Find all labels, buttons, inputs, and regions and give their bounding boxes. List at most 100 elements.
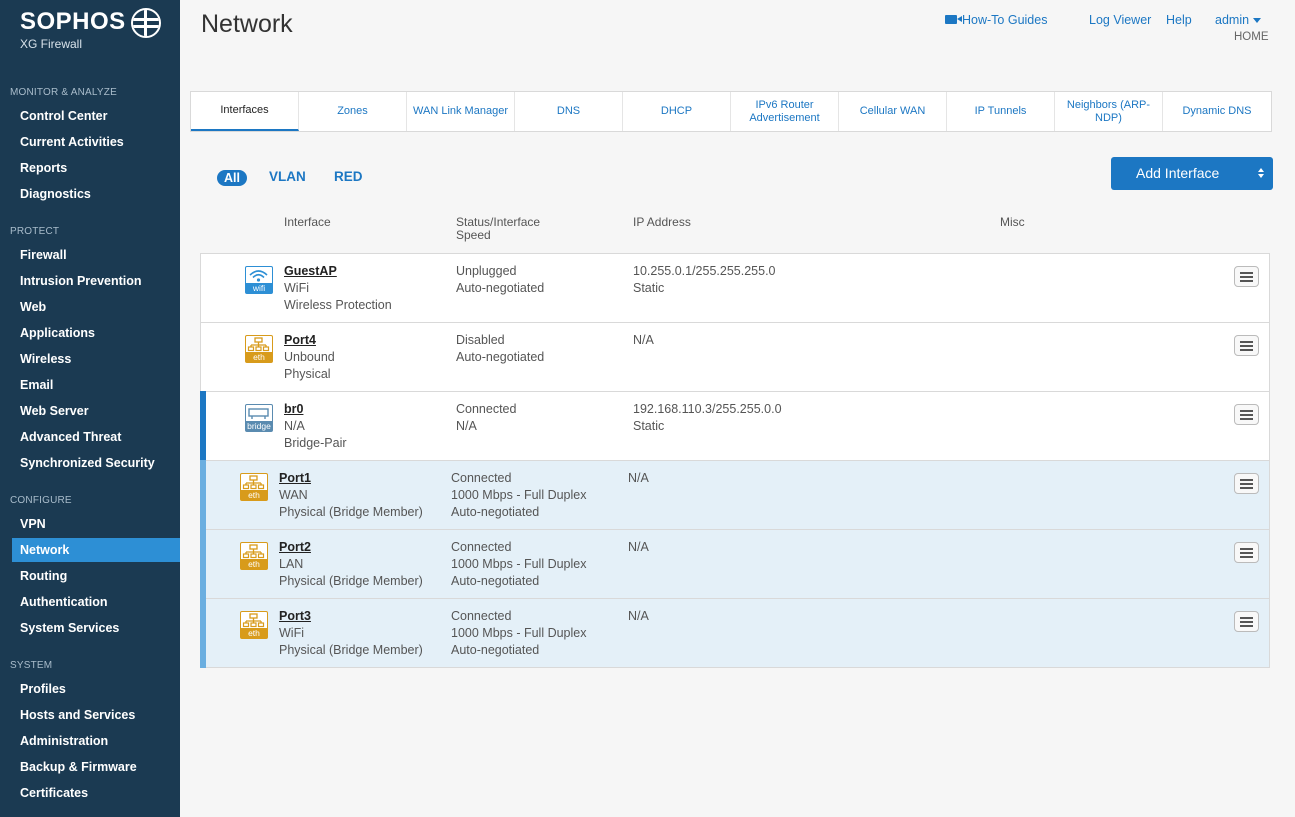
sidebar-item-authentication[interactable]: Authentication <box>12 590 180 614</box>
interface-speed: Auto-negotiated <box>456 281 545 295</box>
interface-name-link[interactable]: Port2 <box>279 539 423 556</box>
filter-all[interactable]: All <box>217 170 247 186</box>
sidebar-item-wireless[interactable]: Wireless <box>12 347 180 371</box>
help-link[interactable]: Help <box>1166 13 1192 27</box>
sophos-logo-icon <box>131 8 161 38</box>
sidebar-item-web-server[interactable]: Web Server <box>12 399 180 423</box>
interface-ip: N/A <box>628 609 649 623</box>
interface-zone: LAN <box>279 557 304 571</box>
row-menu-button[interactable] <box>1234 473 1259 494</box>
filter-vlan[interactable]: VLAN <box>269 169 306 184</box>
sidebar-item-certificates[interactable]: Certificates <box>12 781 180 805</box>
interface-ip: N/A <box>628 471 649 485</box>
header-status: Status/Interface Speed <box>456 215 541 242</box>
page-title: Network <box>201 10 293 38</box>
sidebar-item-network[interactable]: Network <box>12 538 180 562</box>
sidebar-item-hosts-and-services[interactable]: Hosts and Services <box>12 703 180 727</box>
sidebar-item-email[interactable]: Email <box>12 373 180 397</box>
sidebar-item-advanced-threat[interactable]: Advanced Threat <box>12 425 180 449</box>
tab-zones[interactable]: Zones <box>299 92 407 131</box>
admin-menu[interactable]: admin <box>1215 13 1262 27</box>
interface-zone: N/A <box>284 419 305 433</box>
tab-neighbors[interactable]: Neighbors (ARP-NDP) <box>1055 92 1163 131</box>
sidebar-item-backup-firmware[interactable]: Backup & Firmware <box>12 755 180 779</box>
bridge-icon: bridge <box>245 404 273 432</box>
row-menu-button[interactable] <box>1234 404 1259 425</box>
icon-label: bridge <box>246 421 272 431</box>
interface-ip-mode: Static <box>633 281 665 295</box>
interface-status: Connected <box>451 540 512 554</box>
interface-speed: N/A <box>456 419 477 433</box>
row-menu-button[interactable] <box>1234 542 1259 563</box>
interface-speed: 1000 Mbps - Full Duplex <box>451 626 587 640</box>
interface-status: Connected <box>456 402 517 416</box>
brand: SOPHOS XG Firewall <box>20 8 126 51</box>
sidebar-item-applications[interactable]: Applications <box>12 321 180 345</box>
interface-name-link[interactable]: GuestAP <box>284 263 392 280</box>
tab-wan-link-manager[interactable]: WAN Link Manager <box>407 92 515 131</box>
icon-label: eth <box>241 559 267 569</box>
filter-red[interactable]: RED <box>334 169 363 184</box>
interface-name-link[interactable]: Port3 <box>279 608 423 625</box>
interface-status: Connected <box>451 609 512 623</box>
sidebar-item-administration[interactable]: Administration <box>12 729 180 753</box>
interface-negotiation: Auto-negotiated <box>451 505 540 519</box>
tab-cellular-wan[interactable]: Cellular WAN <box>839 92 947 131</box>
sidebar-item-vpn[interactable]: VPN <box>12 512 180 536</box>
table-row: eth Port4 Unbound Physical Disabled Auto… <box>201 323 1269 392</box>
sidebar-item-routing[interactable]: Routing <box>12 564 180 588</box>
nav-section-configure: CONFIGURE <box>10 495 72 506</box>
sidebar-item-web[interactable]: Web <box>12 295 180 319</box>
interface-speed: 1000 Mbps - Full Duplex <box>451 488 587 502</box>
interface-type: Wireless Protection <box>284 298 392 312</box>
icon-label: eth <box>246 352 272 362</box>
sidebar-item-intrusion-prevention[interactable]: Intrusion Prevention <box>12 269 180 293</box>
sidebar-item-reports[interactable]: Reports <box>12 156 180 180</box>
nav-section-system: SYSTEM <box>10 660 53 671</box>
table-row: eth Port2 LAN Physical (Bridge Member) C… <box>200 529 1269 599</box>
interface-speed: 1000 Mbps - Full Duplex <box>451 557 587 571</box>
interface-status: Connected <box>451 471 512 485</box>
sidebar-item-current-activities[interactable]: Current Activities <box>12 130 180 154</box>
tab-ip-tunnels[interactable]: IP Tunnels <box>947 92 1055 131</box>
interface-name-link[interactable]: Port4 <box>284 332 335 349</box>
tab-dns[interactable]: DNS <box>515 92 623 131</box>
sort-arrows-icon <box>1258 168 1266 180</box>
table-row: wifi GuestAP WiFi Wireless Protection Un… <box>201 254 1269 323</box>
header-ip: IP Address <box>633 215 691 229</box>
header-misc: Misc <box>1000 215 1025 229</box>
tab-interfaces[interactable]: Interfaces <box>191 92 299 131</box>
row-menu-button[interactable] <box>1234 335 1259 356</box>
interfaces-table: wifi GuestAP WiFi Wireless Protection Un… <box>200 253 1270 668</box>
interface-name-link[interactable]: Port1 <box>279 470 423 487</box>
row-menu-button[interactable] <box>1234 611 1259 632</box>
wifi-icon: wifi <box>245 266 273 294</box>
interface-ip: N/A <box>628 540 649 554</box>
ethernet-icon: eth <box>245 335 273 363</box>
sidebar-item-synchronized-security[interactable]: Synchronized Security <box>12 451 180 475</box>
log-viewer-link[interactable]: Log Viewer <box>1089 13 1151 27</box>
icon-label: eth <box>241 628 267 638</box>
interface-zone: Unbound <box>284 350 335 364</box>
sidebar-item-diagnostics[interactable]: Diagnostics <box>12 182 180 206</box>
sidebar-item-control-center[interactable]: Control Center <box>12 104 180 128</box>
tab-dynamic-dns[interactable]: Dynamic DNS <box>1163 92 1271 131</box>
sidebar-item-firewall[interactable]: Firewall <box>12 243 180 267</box>
tab-bar: Interfaces Zones WAN Link Manager DNS DH… <box>190 91 1272 132</box>
interface-type: Bridge-Pair <box>284 436 347 450</box>
interface-status: Unplugged <box>456 264 517 278</box>
tab-ipv6-router-advertisement[interactable]: IPv6 Router Advertisement <box>731 92 839 131</box>
sidebar-item-system-services[interactable]: System Services <box>12 616 180 640</box>
tab-dhcp[interactable]: DHCP <box>623 92 731 131</box>
add-interface-button[interactable]: Add Interface <box>1111 157 1273 190</box>
brand-name: SOPHOS <box>20 8 126 35</box>
interface-type: Physical <box>284 367 331 381</box>
sidebar: SOPHOS XG Firewall MONITOR & ANALYZE Con… <box>0 0 180 817</box>
table-row: bridge br0 N/A Bridge-Pair Connected N/A… <box>200 391 1269 461</box>
row-menu-button[interactable] <box>1234 266 1259 287</box>
howto-link[interactable]: How-To Guides <box>945 13 1047 27</box>
interface-name-link[interactable]: br0 <box>284 401 347 418</box>
header-interface: Interface <box>284 215 331 229</box>
sidebar-item-profiles[interactable]: Profiles <box>12 677 180 701</box>
interface-type: Physical (Bridge Member) <box>279 505 423 519</box>
